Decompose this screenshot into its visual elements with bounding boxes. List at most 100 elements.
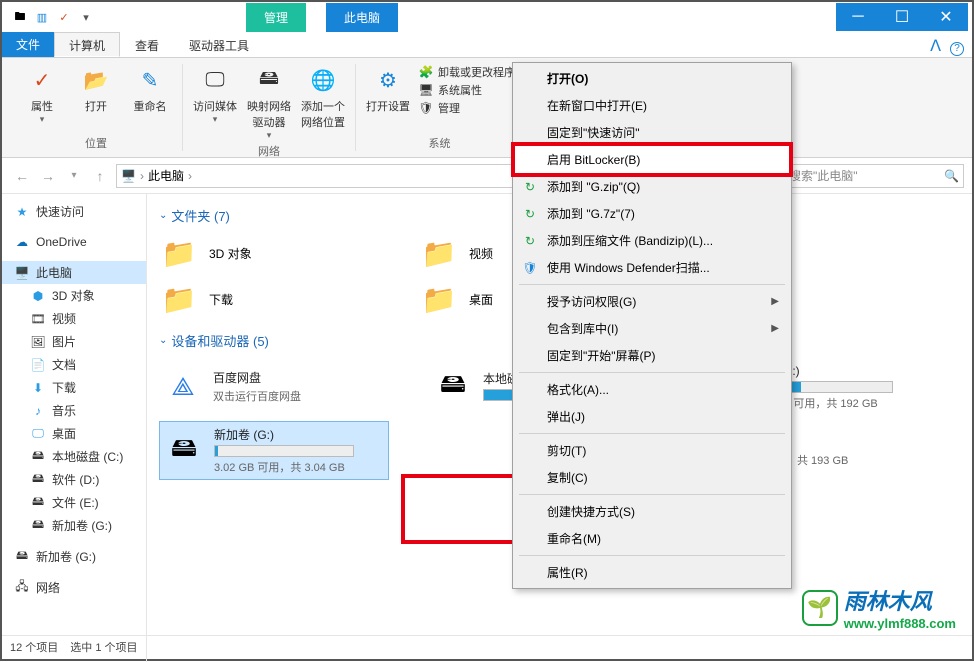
context-menu-item[interactable]: 固定到"开始"屏幕(P) [515, 342, 789, 369]
chevron-down-icon: ⌄ [159, 335, 167, 346]
tab-view[interactable]: 查看 [120, 32, 174, 57]
chevron-icon[interactable]: › [188, 169, 192, 183]
sidebar-onedrive[interactable]: ☁OneDrive [2, 231, 146, 253]
context-menu-item[interactable]: 属性(R) [515, 559, 789, 586]
drive-g-selected[interactable]: 🖴 新加卷 (G:)3.02 GB 可用，共 3.04 GB [159, 421, 389, 480]
music-icon: ♪ [30, 403, 46, 419]
navigation-pane[interactable]: ★快速访问 ☁OneDrive 🖥️此电脑 ⬢3D 对象 🎞视频 🖼图片 📄文档… [2, 194, 147, 662]
sidebar-network[interactable]: 🖧网络 [2, 576, 146, 599]
up-button[interactable]: ↑ [88, 164, 112, 188]
context-menu-item[interactable]: 剪切(T) [515, 437, 789, 464]
sidebar-3d[interactable]: ⬢3D 对象 [2, 284, 146, 307]
chevron-icon[interactable]: › [140, 169, 144, 183]
forward-button[interactable]: → [36, 164, 60, 188]
context-menu-separator [519, 433, 785, 434]
quick-access-toolbar: 🖿 ▥ ✓ ▾ [10, 7, 96, 27]
qat-item[interactable]: ✓ [54, 7, 74, 27]
sidebar-music[interactable]: ♪音乐 [2, 399, 146, 422]
context-menu-item[interactable]: 复制(C) [515, 464, 789, 491]
sidebar-docs[interactable]: 📄文档 [2, 353, 146, 376]
drive-icon: 🖴 [30, 449, 46, 465]
context-menu-item[interactable]: 启用 BitLocker(B) [515, 146, 789, 173]
context-menu-label: 添加到 "G.zip"(Q) [547, 178, 640, 195]
context-menu-item[interactable]: ↻ 添加到 "G.zip"(Q) [515, 173, 789, 200]
context-menu-item[interactable]: ↻添加到 "G.7z"(7) [515, 200, 789, 227]
sidebar-this-pc[interactable]: 🖥️此电脑 [2, 261, 146, 284]
context-menu-item[interactable]: 固定到"快速访问" [515, 119, 789, 146]
cube-icon: ⬢ [30, 288, 46, 304]
context-menu-item[interactable]: 格式化(A)... [515, 376, 789, 403]
ribbon-media[interactable]: 🖵访问媒体▾ [191, 64, 239, 125]
maximize-button[interactable]: ☐ [880, 3, 924, 31]
context-menu-icon: ↻ [521, 207, 539, 221]
ribbon-tabs: 文件 计算机 查看 驱动器工具 ᐱ ? [2, 32, 972, 58]
ribbon-group-location: ✓属性▾ 📂打开 ✎重命名 位置 [10, 64, 183, 151]
context-menu-item[interactable]: 在新窗口中打开(E) [515, 92, 789, 119]
context-menu-item[interactable]: 弹出(J) [515, 403, 789, 430]
context-menu-item[interactable]: 重命名(M) [515, 525, 789, 552]
context-menu-label: 属性(R) [547, 564, 588, 581]
context-menu-label: 添加到压缩文件 (Bandizip)(L)... [547, 232, 713, 249]
context-menu-label: 打开(O) [547, 70, 588, 87]
ribbon-manage[interactable]: 🛡管理 [418, 100, 515, 116]
context-menu-label: 剪切(T) [547, 442, 586, 459]
context-menu-item[interactable]: 授予访问权限(G)▶ [515, 288, 789, 315]
folder-icon: 📁 [419, 233, 459, 273]
sidebar-drive-c[interactable]: 🖴本地磁盘 (C:) [2, 445, 146, 468]
tab-drive-tools[interactable]: 驱动器工具 [174, 32, 264, 57]
ribbon-sysprops[interactable]: 🖥系统属性 [418, 82, 515, 98]
sidebar-drive-e[interactable]: 🖴文件 (E:) [2, 491, 146, 514]
sidebar-drive-g[interactable]: 🖴新加卷 (G:) [2, 514, 146, 537]
sidebar-pictures[interactable]: 🖼图片 [2, 330, 146, 353]
sidebar-video[interactable]: 🎞视频 [2, 307, 146, 330]
network-icon: 🌐 [307, 64, 339, 96]
recent-dropdown[interactable]: ▾ [62, 164, 86, 188]
help-button[interactable]: ᐱ ? [922, 32, 972, 57]
sidebar-downloads[interactable]: ⬇下载 [2, 376, 146, 399]
sidebar-desktop[interactable]: 🖵桌面 [2, 422, 146, 445]
ribbon-map-drive[interactable]: 🖴映射网络驱动器▾ [245, 64, 293, 141]
breadcrumb[interactable]: 此电脑 [148, 167, 184, 184]
context-menu-icon: 🛡 [521, 261, 539, 275]
context-menu-icon: ↻ [521, 234, 539, 248]
sidebar-drive-d[interactable]: 🖴软件 (D:) [2, 468, 146, 491]
qat-dropdown[interactable]: ▾ [76, 7, 96, 27]
folder-3d[interactable]: 📁3D 对象 [159, 233, 379, 273]
drive-icon: 🖴 [30, 495, 46, 511]
ribbon-properties[interactable]: ✓属性▾ [18, 64, 66, 125]
ribbon-open[interactable]: 📂打开 [72, 64, 120, 114]
ribbon-group-network: 🖵访问媒体▾ 🖴映射网络驱动器▾ 🌐添加一个网络位置 网络 [183, 64, 356, 151]
context-menu-item[interactable]: 包含到库中(I)▶ [515, 315, 789, 342]
tab-computer[interactable]: 计算机 [54, 32, 120, 57]
file-tab[interactable]: 文件 [2, 32, 54, 57]
context-menu-item[interactable]: 🛡 使用 Windows Defender扫描... [515, 254, 789, 281]
media-icon: 🖵 [199, 64, 231, 96]
ribbon-rename[interactable]: ✎重命名 [126, 64, 174, 114]
download-icon: ⬇ [30, 380, 46, 396]
drive-icon: 🖴 [164, 431, 204, 471]
close-button[interactable]: ✕ [924, 3, 968, 31]
back-button[interactable]: ← [10, 164, 34, 188]
search-input[interactable]: 搜索"此电脑" 🔍 [784, 164, 964, 188]
folder-downloads[interactable]: 📁下载 [159, 279, 379, 319]
qat-item[interactable]: ▥ [32, 7, 52, 27]
watermark: 🌱 雨林木风 www.ylmf888.com [802, 584, 956, 631]
context-menu-icon: ↻ [521, 180, 539, 194]
gear-icon: ⚙ [372, 64, 404, 96]
drive-baidu[interactable]: ⟁ 百度网盘双击运行百度网盘 [159, 358, 389, 415]
context-menu-item[interactable]: 创建快捷方式(S) [515, 498, 789, 525]
ribbon-settings[interactable]: ⚙打开设置 [364, 64, 412, 114]
ribbon-add-net[interactable]: 🌐添加一个网络位置 [299, 64, 347, 130]
context-menu-item[interactable]: ↻ 添加到压缩文件 (Bandizip)(L)... [515, 227, 789, 254]
sidebar-drive-g2[interactable]: 🖴新加卷 (G:) [2, 545, 146, 568]
context-menu-label: 弹出(J) [547, 408, 585, 425]
properties-icon: ✓ [26, 64, 58, 96]
context-menu-item[interactable]: 打开(O) [515, 65, 789, 92]
ribbon-uninstall[interactable]: 🧩卸载或更改程序 [418, 64, 515, 80]
contextual-tab-manage[interactable]: 管理 [246, 3, 306, 32]
minimize-button[interactable]: ─ [836, 3, 880, 31]
folder-icon: 📁 [419, 279, 459, 319]
ribbon-system-list: 🧩卸载或更改程序 🖥系统属性 🛡管理 [418, 64, 515, 116]
context-menu-label: 使用 Windows Defender扫描... [547, 259, 710, 276]
sidebar-quick-access[interactable]: ★快速访问 [2, 200, 146, 223]
